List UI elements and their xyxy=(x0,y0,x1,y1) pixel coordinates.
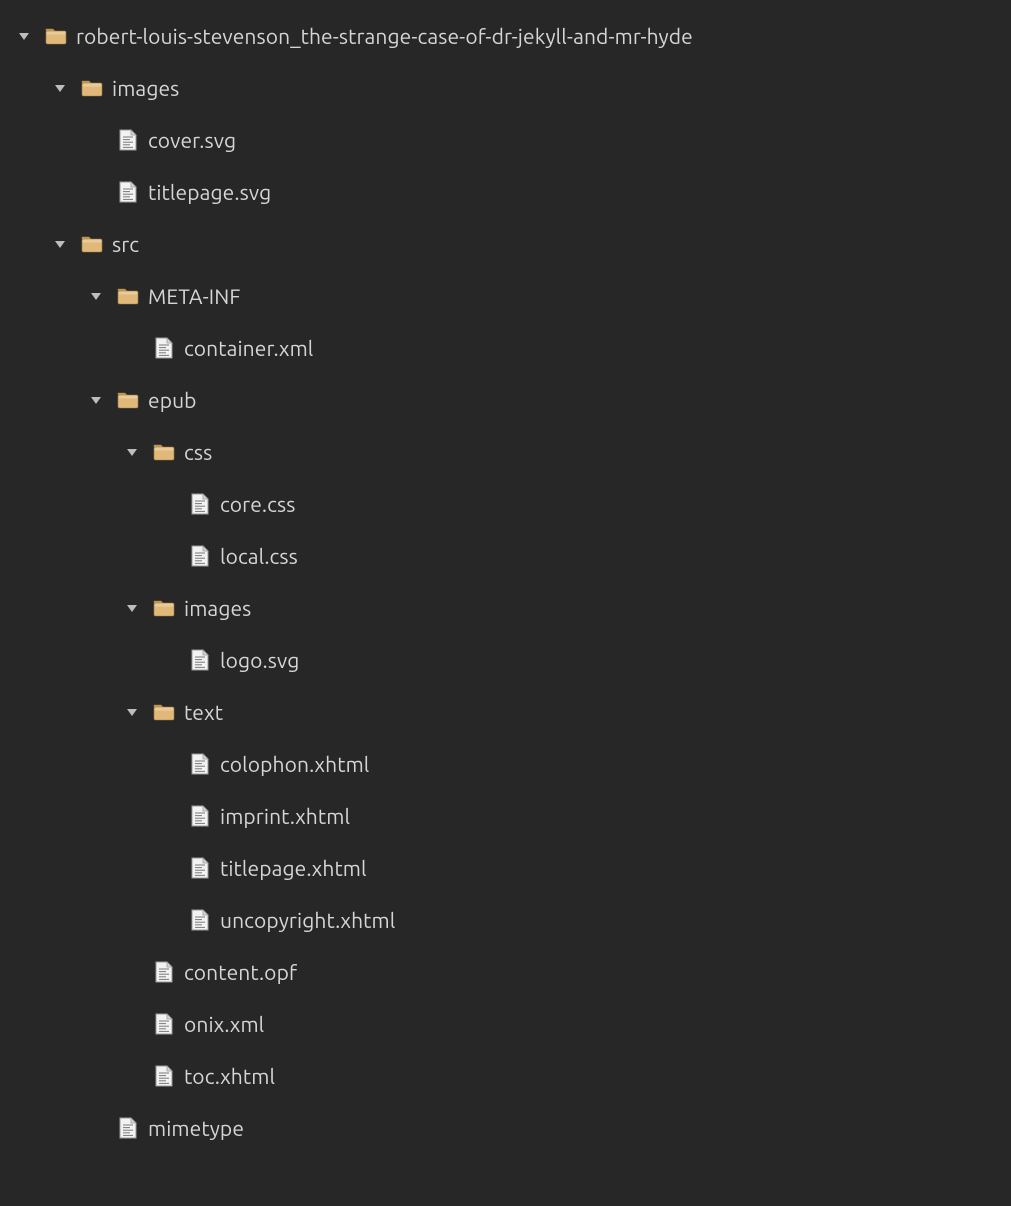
folder-icon xyxy=(114,388,142,412)
folder-label: epub xyxy=(148,388,197,412)
file-label: titlepage.svg xyxy=(148,180,271,204)
file-label: imprint.xhtml xyxy=(220,804,350,828)
file-icon xyxy=(186,856,214,880)
file-label: onix.xml xyxy=(184,1012,264,1036)
file-label: local.css xyxy=(220,544,298,568)
folder-icon xyxy=(114,284,142,308)
folder-icon xyxy=(42,24,70,48)
folder-icon xyxy=(78,76,106,100)
tree-row-images[interactable]: images xyxy=(6,582,1011,634)
tree-row-uncopyright-xhtml[interactable]: uncopyright.xhtml xyxy=(6,894,1011,946)
tree-row-onix-xml[interactable]: onix.xml xyxy=(6,998,1011,1050)
file-tree: robert-louis-stevenson_the-strange-case-… xyxy=(0,0,1011,1154)
file-label: logo.svg xyxy=(220,648,299,672)
file-icon xyxy=(150,1064,178,1088)
tree-row-meta-inf[interactable]: META-INF xyxy=(6,270,1011,322)
folder-icon xyxy=(150,440,178,464)
tree-row-css[interactable]: css xyxy=(6,426,1011,478)
tree-row-titlepage-xhtml[interactable]: titlepage.xhtml xyxy=(6,842,1011,894)
folder-icon xyxy=(78,232,106,256)
file-label: cover.svg xyxy=(148,128,236,152)
file-icon xyxy=(186,492,214,516)
file-icon xyxy=(186,752,214,776)
folder-icon xyxy=(150,700,178,724)
disclosure-triangle-icon[interactable] xyxy=(78,289,114,303)
disclosure-triangle-icon[interactable] xyxy=(78,393,114,407)
folder-label: META-INF xyxy=(148,284,241,308)
tree-row-titlepage-svg[interactable]: titlepage.svg xyxy=(6,166,1011,218)
folder-label: robert-louis-stevenson_the-strange-case-… xyxy=(76,24,693,48)
folder-label: images xyxy=(112,76,179,100)
file-label: uncopyright.xhtml xyxy=(220,908,395,932)
tree-row-epub[interactable]: epub xyxy=(6,374,1011,426)
folder-icon xyxy=(150,596,178,620)
file-label: toc.xhtml xyxy=(184,1064,275,1088)
tree-row-content-opf[interactable]: content.opf xyxy=(6,946,1011,998)
tree-row-text[interactable]: text xyxy=(6,686,1011,738)
folder-label: src xyxy=(112,232,139,256)
tree-row-local-css[interactable]: local.css xyxy=(6,530,1011,582)
file-icon xyxy=(114,128,142,152)
disclosure-triangle-icon[interactable] xyxy=(114,601,150,615)
file-label: colophon.xhtml xyxy=(220,752,369,776)
file-icon xyxy=(114,180,142,204)
tree-row-colophon-xhtml[interactable]: colophon.xhtml xyxy=(6,738,1011,790)
file-icon xyxy=(150,960,178,984)
file-label: container.xml xyxy=(184,336,313,360)
file-label: titlepage.xhtml xyxy=(220,856,367,880)
tree-row-images[interactable]: images xyxy=(6,62,1011,114)
disclosure-triangle-icon[interactable] xyxy=(114,705,150,719)
disclosure-triangle-icon[interactable] xyxy=(42,237,78,251)
file-icon xyxy=(186,544,214,568)
tree-row-robert-louis-stevenson-the-strange-case-of-dr-jekyll-and-mr-hyde[interactable]: robert-louis-stevenson_the-strange-case-… xyxy=(6,10,1011,62)
tree-row-container-xml[interactable]: container.xml xyxy=(6,322,1011,374)
file-icon xyxy=(114,1116,142,1140)
tree-row-toc-xhtml[interactable]: toc.xhtml xyxy=(6,1050,1011,1102)
file-label: mimetype xyxy=(148,1116,244,1140)
file-icon xyxy=(186,648,214,672)
tree-row-cover-svg[interactable]: cover.svg xyxy=(6,114,1011,166)
tree-row-src[interactable]: src xyxy=(6,218,1011,270)
file-icon xyxy=(186,908,214,932)
folder-label: images xyxy=(184,596,251,620)
file-icon xyxy=(150,1012,178,1036)
tree-row-imprint-xhtml[interactable]: imprint.xhtml xyxy=(6,790,1011,842)
file-icon xyxy=(150,336,178,360)
file-label: content.opf xyxy=(184,960,297,984)
file-icon xyxy=(186,804,214,828)
disclosure-triangle-icon[interactable] xyxy=(6,29,42,43)
folder-label: text xyxy=(184,700,223,724)
disclosure-triangle-icon[interactable] xyxy=(114,445,150,459)
file-label: core.css xyxy=(220,492,295,516)
tree-row-core-css[interactable]: core.css xyxy=(6,478,1011,530)
tree-row-mimetype[interactable]: mimetype xyxy=(6,1102,1011,1154)
disclosure-triangle-icon[interactable] xyxy=(42,81,78,95)
folder-label: css xyxy=(184,440,212,464)
tree-row-logo-svg[interactable]: logo.svg xyxy=(6,634,1011,686)
